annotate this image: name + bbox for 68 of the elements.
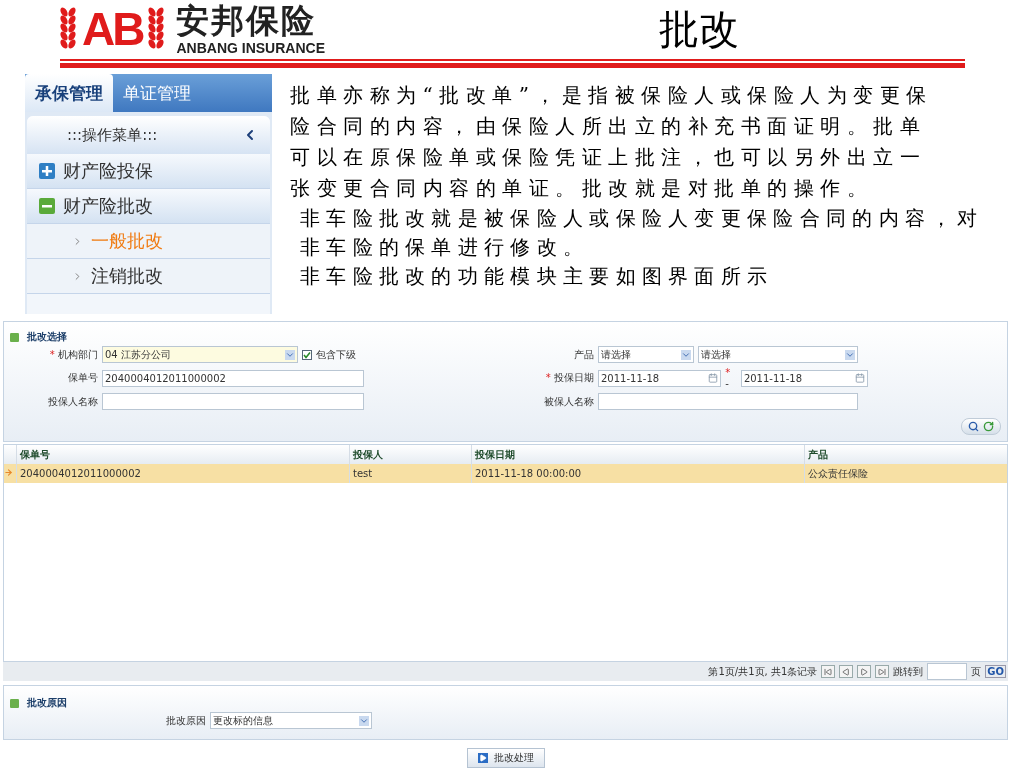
select-field[interactable]: 更改标的信息: [210, 712, 372, 729]
wheat-icon: [148, 7, 165, 52]
menu-item-label: 注销批改: [91, 264, 163, 288]
field-label: * 机构部门: [48, 347, 98, 362]
first-page-icon: [824, 667, 833, 676]
date-field[interactable]: 2011-11-18: [598, 369, 722, 387]
tab[interactable]: 承保管理: [25, 74, 113, 112]
table-row[interactable]: 2040004012011000002 test 2011-11-18 00:00:00 公众责任保险: [4, 464, 1007, 483]
last-page-button[interactable]: [875, 665, 890, 678]
dropdown-icon[interactable]: [845, 349, 855, 360]
logo-subtitle: ANBANG INSURANCE: [176, 39, 325, 56]
input-field[interactable]: [598, 393, 858, 410]
table-cell: test: [349, 464, 471, 483]
select-field[interactable]: 请选择: [598, 346, 694, 363]
menu-group[interactable]: 财产险批改: [27, 189, 270, 224]
logo-name: 安邦保险: [176, 3, 318, 40]
next-page-button[interactable]: [857, 665, 872, 678]
table-cell: 公众责任保险: [804, 464, 1007, 483]
note-paragraph: 非车险批改的功能模块主要如图界面所示: [300, 263, 775, 290]
menu-group-label: 财产险批改: [63, 194, 153, 218]
previous-page-button[interactable]: [839, 665, 854, 678]
table-cell: 2011-11-18 00:00:00: [471, 464, 804, 483]
select-field[interactable]: 04 江苏分公司: [102, 346, 298, 363]
slide-title: 批改: [659, 4, 739, 54]
last-page-icon: [878, 667, 887, 676]
select-field[interactable]: 请选择: [698, 346, 858, 363]
intro-paragraph: 批单亦称为“批改单”，是指被保险人或保险人为变更保险合同的内容，由保险人所出立的补充书面证明。批单可以在原保险单或保险凭证上批注，也可以另外出立一张变更合同内容的单证。批改就是对批单的操作。: [290, 82, 934, 202]
field-label: 保单号: [67, 371, 98, 385]
field-label: 产品: [573, 347, 594, 362]
input-field[interactable]: [102, 393, 364, 410]
menu-item[interactable]: 注销批改: [27, 259, 270, 294]
checkbox[interactable]: [302, 349, 312, 360]
first-page-button[interactable]: [821, 665, 836, 678]
section-title: 批改原因: [27, 696, 67, 710]
calendar-icon[interactable]: [855, 373, 865, 383]
play-icon: [477, 753, 488, 763]
field-label: * 投保日期: [544, 371, 594, 385]
logo-mark: AB: [82, 6, 143, 53]
table-cell: 2040004012011000002: [16, 464, 349, 483]
date-field[interactable]: 2011-11-18: [740, 369, 868, 387]
menu-title: :::操作菜单:::: [67, 125, 158, 145]
go-button[interactable]: GO: [985, 665, 1006, 678]
range-separator: * -: [725, 367, 732, 389]
dropdown-icon[interactable]: [285, 349, 295, 360]
jump-label: 跳转到: [893, 664, 924, 679]
next-page-icon: [860, 667, 869, 676]
calendar-icon[interactable]: [708, 373, 719, 383]
previous-page-icon: [842, 667, 851, 676]
search-icon[interactable]: [968, 421, 979, 432]
field-label: 投保人名称: [47, 394, 98, 409]
arrow-icon: [4, 468, 13, 477]
page-unit: 页: [971, 664, 982, 679]
menu-item-label: 一般批改: [91, 229, 163, 253]
section-title: 批改选择: [27, 330, 67, 344]
reset-icon[interactable]: [983, 421, 994, 432]
dropdown-icon[interactable]: [681, 349, 691, 360]
wheat-icon: [60, 7, 76, 52]
page-input[interactable]: [927, 663, 968, 680]
menu-group-label: 财产险投保: [63, 159, 153, 183]
note-paragraph: 非车险批改就是被保险人或保险人变更保险合同的内容，对非车险的保单进行修改。: [300, 205, 985, 261]
menu-group[interactable]: 财产险投保: [27, 154, 270, 189]
field-label: 批改原因: [166, 713, 206, 728]
submit-button[interactable]: 批改处理: [466, 748, 545, 768]
field-label: 被保人名称: [543, 394, 594, 409]
checkbox-label: 包含下级: [316, 347, 356, 362]
dropdown-icon[interactable]: [359, 715, 369, 726]
input-field[interactable]: 2040004012011000002: [102, 369, 364, 387]
page-summary: 第1页/共1页, 共1条记录: [708, 664, 818, 679]
